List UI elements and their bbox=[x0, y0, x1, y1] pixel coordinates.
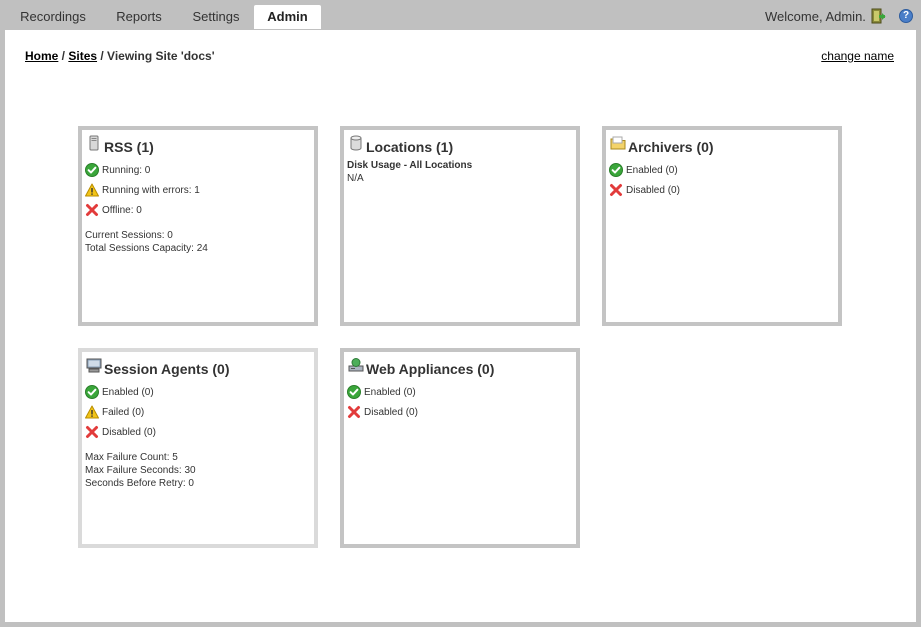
breadcrumb-sites-link[interactable]: Sites bbox=[68, 49, 97, 63]
disk-usage-label: Disk Usage - All Locations bbox=[347, 160, 473, 171]
welcome-text: Welcome, Admin. bbox=[765, 9, 866, 24]
web-disabled: Disabled (0) bbox=[364, 406, 418, 418]
warning-triangle-icon bbox=[85, 183, 99, 197]
check-circle-icon bbox=[85, 163, 99, 177]
breadcrumb-current: / Viewing Site 'docs' bbox=[97, 49, 215, 63]
breadcrumb-separator: / bbox=[58, 49, 69, 63]
check-circle-icon bbox=[85, 385, 99, 399]
top-nav-bar: Recordings Reports Settings Admin Welcom… bbox=[0, 0, 921, 30]
web-appliance-icon bbox=[348, 358, 364, 372]
computer-icon bbox=[86, 358, 102, 373]
locations-title: Locations (1) bbox=[366, 139, 454, 155]
rss-running: Running: 0 bbox=[102, 164, 151, 176]
disk-usage-value: N/A bbox=[347, 173, 364, 184]
rss-running-errors: Running with errors: 1 bbox=[102, 184, 200, 196]
agents-enabled: Enabled (0) bbox=[102, 386, 154, 398]
change-name-link[interactable]: change name bbox=[821, 49, 894, 63]
seconds-before-retry: Seconds Before Retry: 0 bbox=[85, 478, 194, 489]
archivers-enabled: Enabled (0) bbox=[626, 164, 678, 176]
rss-offline: Offline: 0 bbox=[102, 204, 142, 216]
web-enabled: Enabled (0) bbox=[364, 386, 416, 398]
logout-icon[interactable] bbox=[870, 8, 886, 24]
check-circle-icon bbox=[609, 163, 623, 177]
red-x-icon bbox=[85, 203, 99, 217]
archivers-enabled-row: Enabled (0) bbox=[609, 160, 680, 180]
check-circle-icon bbox=[347, 385, 361, 399]
tab-settings[interactable]: Settings bbox=[180, 5, 252, 29]
rss-running-row: Running: 0 bbox=[85, 160, 208, 180]
archivers-disabled-row: Disabled (0) bbox=[609, 180, 680, 200]
main-content: Home / Sites / Viewing Site 'docs' chang… bbox=[5, 30, 916, 622]
tab-reports[interactable]: Reports bbox=[104, 5, 174, 29]
session-agents-title: Session Agents (0) bbox=[104, 361, 230, 377]
rss-total-capacity: Total Sessions Capacity: 24 bbox=[85, 243, 208, 254]
web-enabled-row: Enabled (0) bbox=[347, 382, 418, 402]
folder-icon bbox=[610, 136, 626, 150]
agents-enabled-row: Enabled (0) bbox=[85, 382, 196, 402]
server-icon bbox=[89, 135, 99, 151]
rss-current-sessions: Current Sessions: 0 bbox=[85, 230, 173, 241]
agents-failed: Failed (0) bbox=[102, 406, 145, 418]
rss-running-errors-row: Running with errors: 1 bbox=[85, 180, 208, 200]
archivers-card[interactable]: Archivers (0) Enabled (0) Disabled (0) bbox=[602, 126, 842, 326]
archivers-disabled: Disabled (0) bbox=[626, 184, 680, 196]
rss-card[interactable]: RSS (1) Running: 0 Running with errors: … bbox=[78, 126, 318, 326]
max-failure-count: Max Failure Count: 5 bbox=[85, 452, 178, 463]
database-icon bbox=[350, 135, 362, 151]
red-x-icon bbox=[609, 183, 623, 197]
web-appliances-title: Web Appliances (0) bbox=[366, 361, 495, 377]
locations-card[interactable]: Locations (1) Disk Usage - All Locations… bbox=[340, 126, 580, 326]
session-agents-card[interactable]: Session Agents (0) Enabled (0) Failed (0… bbox=[78, 348, 318, 548]
rss-offline-row: Offline: 0 bbox=[85, 200, 208, 220]
help-icon[interactable]: ? bbox=[899, 9, 913, 23]
agents-failed-row: Failed (0) bbox=[85, 402, 196, 422]
tab-admin[interactable]: Admin bbox=[254, 5, 321, 29]
red-x-icon bbox=[85, 425, 99, 439]
agents-disabled: Disabled (0) bbox=[102, 426, 156, 438]
red-x-icon bbox=[347, 405, 361, 419]
warning-triangle-icon bbox=[85, 405, 99, 419]
max-failure-seconds: Max Failure Seconds: 30 bbox=[85, 465, 196, 476]
tab-recordings[interactable]: Recordings bbox=[8, 5, 98, 29]
breadcrumb: Home / Sites / Viewing Site 'docs' bbox=[25, 49, 215, 63]
breadcrumb-home-link[interactable]: Home bbox=[25, 49, 58, 63]
web-appliances-card[interactable]: Web Appliances (0) Enabled (0) Disabled … bbox=[340, 348, 580, 548]
rss-title: RSS (1) bbox=[104, 139, 154, 155]
archivers-title: Archivers (0) bbox=[628, 139, 714, 155]
agents-disabled-row: Disabled (0) bbox=[85, 422, 196, 442]
web-disabled-row: Disabled (0) bbox=[347, 402, 418, 422]
